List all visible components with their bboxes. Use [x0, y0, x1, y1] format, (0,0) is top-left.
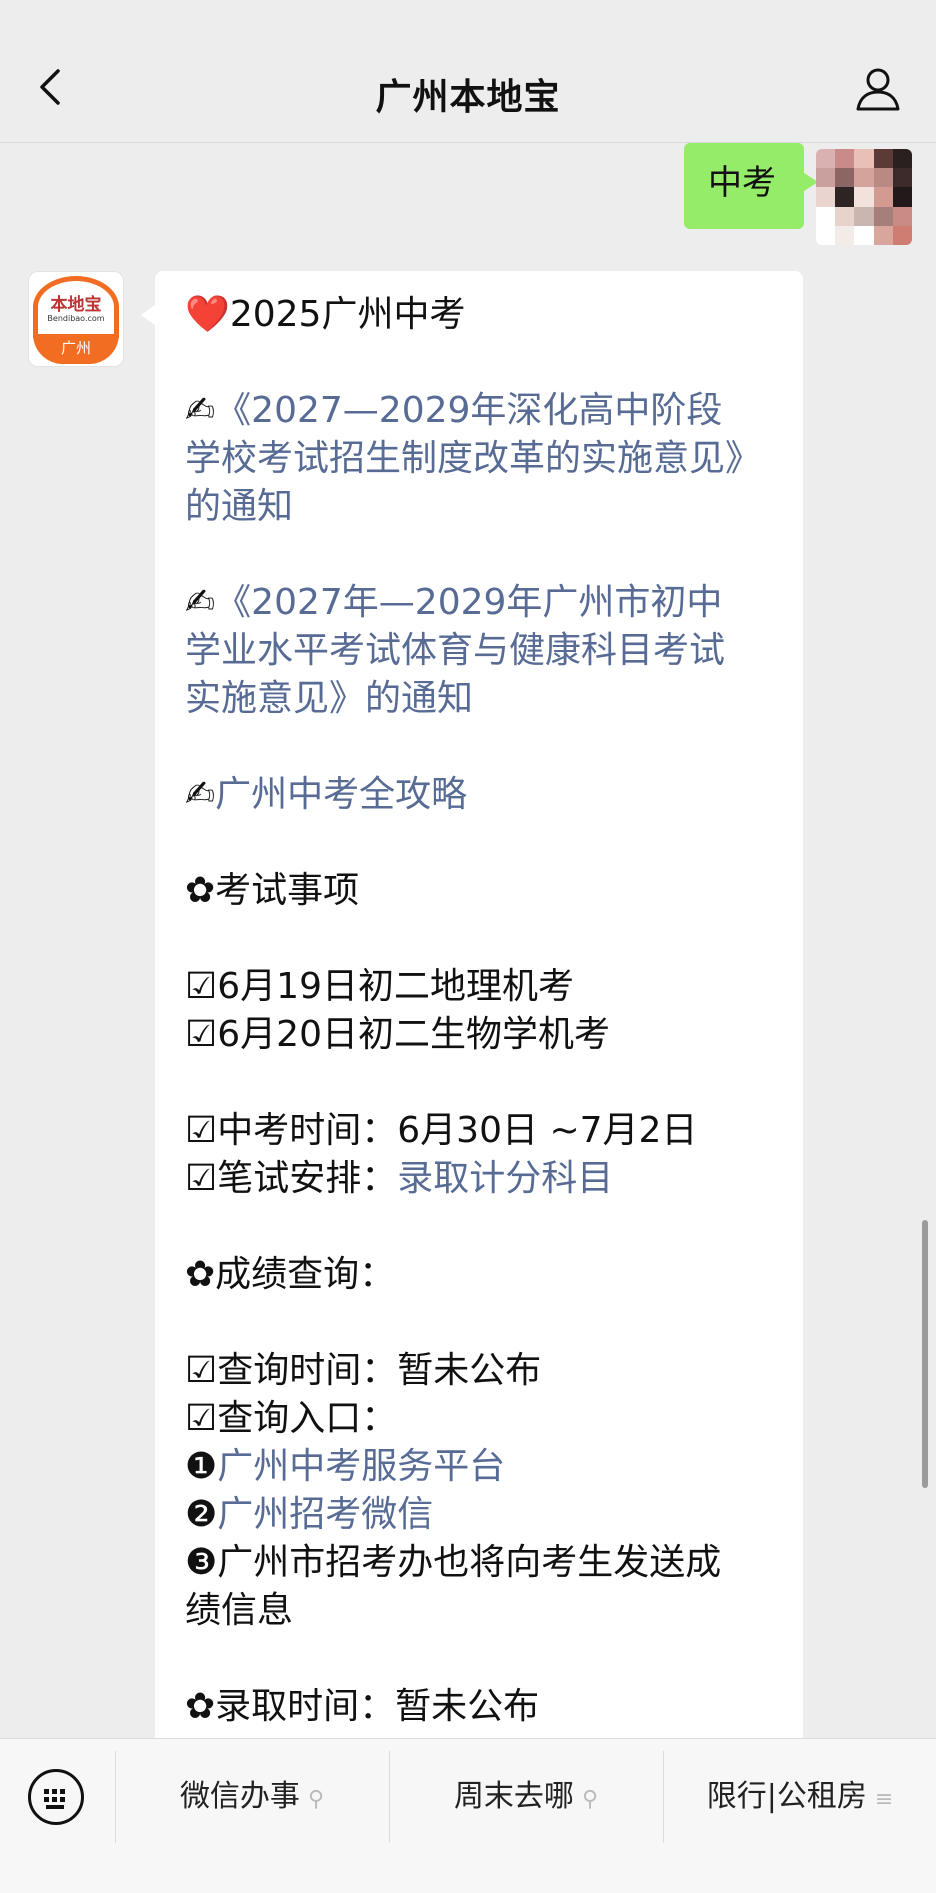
heart-icon: ❤️	[185, 294, 230, 335]
menu-item-weekend[interactable]: 周末去哪 ⚲	[390, 1767, 662, 1827]
writing-hand-icon: ✍	[185, 390, 216, 431]
score-query-list: ☑查询时间：暂未公布 ☑查询入口： ❶广州中考服务平台 ❷广州招考微信 ❸广州市…	[185, 1350, 722, 1631]
incoming-message-bubble: ❤️2025广州中考 ✍《2027—2029年深化高中阶段 学校考试招生制度改革…	[141, 271, 803, 1738]
flower-icon: ✿	[185, 1254, 216, 1295]
checkbox-icon: ☑	[185, 966, 218, 1007]
exam-wechat-link[interactable]: 广州招考微信	[217, 1494, 433, 1535]
menu-item-traffic-housing[interactable]: 限行|公租房 ≡	[664, 1767, 936, 1827]
nav-bar: 广州本地宝	[0, 20, 936, 143]
bendibao-logo: 本地宝 Bendibao.com	[33, 276, 119, 338]
status-bar	[0, 0, 936, 20]
menu-item-wechat-services[interactable]: 微信办事 ⚲	[116, 1767, 388, 1827]
checkbox-icon: ☑	[185, 1158, 218, 1199]
writing-hand-icon: ✍	[185, 774, 216, 815]
outgoing-message-row: 中考	[512, 143, 912, 245]
exam-schedule-list: ☑中考时间：6月30日 ~7月2日 ☑笔试安排：录取计分科目	[185, 1110, 698, 1199]
number-2-icon: ❷	[185, 1494, 218, 1535]
section-score-query: ✿成绩查询：	[185, 1254, 396, 1295]
menu-lines-icon: ≡	[874, 1787, 894, 1812]
scrollbar[interactable]	[922, 1220, 928, 1488]
user-icon	[856, 68, 900, 111]
number-1-icon: ❶	[185, 1446, 218, 1487]
profile-button[interactable]	[854, 65, 902, 113]
outgoing-message-bubble[interactable]: 中考	[684, 143, 818, 229]
status-time	[80, 0, 230, 6]
guide-link[interactable]: ✍广州中考全攻略	[185, 771, 775, 819]
machine-exam-list: ☑6月19日初二地理机考 ☑6月20日初二生物学机考	[185, 966, 610, 1055]
keyboard-toggle-button[interactable]	[28, 1769, 84, 1825]
notice-link-2[interactable]: ✍《2027年—2029年广州市初中 学业水平考试体育与健康科目考试 实施意见》…	[185, 579, 775, 723]
scoring-subjects-link[interactable]: 录取计分科目	[397, 1158, 613, 1199]
exam-service-platform-link[interactable]: 广州中考服务平台	[217, 1446, 505, 1487]
section-exam-items: ✿考试事项	[185, 870, 360, 911]
flower-icon: ✿	[185, 1686, 216, 1727]
link-icon: ⚲	[307, 1787, 325, 1812]
notice-link-1[interactable]: ✍《2027—2029年深化高中阶段 学校考试招生制度改革的实施意见》 的通知	[185, 387, 775, 531]
link-icon: ⚲	[581, 1787, 599, 1812]
checkbox-icon: ☑	[185, 1110, 218, 1151]
bottom-menu-bar: 微信办事 ⚲ 周末去哪 ⚲ 限行|公租房 ≡	[0, 1738, 936, 1893]
flower-icon: ✿	[185, 870, 216, 911]
writing-hand-icon: ✍	[185, 582, 216, 623]
section-admission-time: ✿录取时间：暂未公布	[185, 1686, 540, 1727]
number-3-icon: ❸	[185, 1542, 218, 1583]
checkbox-icon: ☑	[185, 1398, 218, 1439]
keyboard-icon	[44, 1789, 65, 1809]
bendibao-avatar[interactable]: 本地宝 Bendibao.com 广州	[28, 271, 124, 367]
status-icons	[666, 0, 866, 4]
chat-title: 广州本地宝	[375, 77, 561, 118]
chat-area[interactable]: 中考 本地宝 Bendibao.com 广州 ❤️2025广州中考 ✍《2027…	[0, 143, 936, 1738]
message-title: ❤️2025广州中考	[185, 294, 466, 335]
checkbox-icon: ☑	[185, 1350, 218, 1391]
checkbox-icon: ☑	[185, 1014, 218, 1055]
user-avatar[interactable]	[816, 149, 912, 245]
